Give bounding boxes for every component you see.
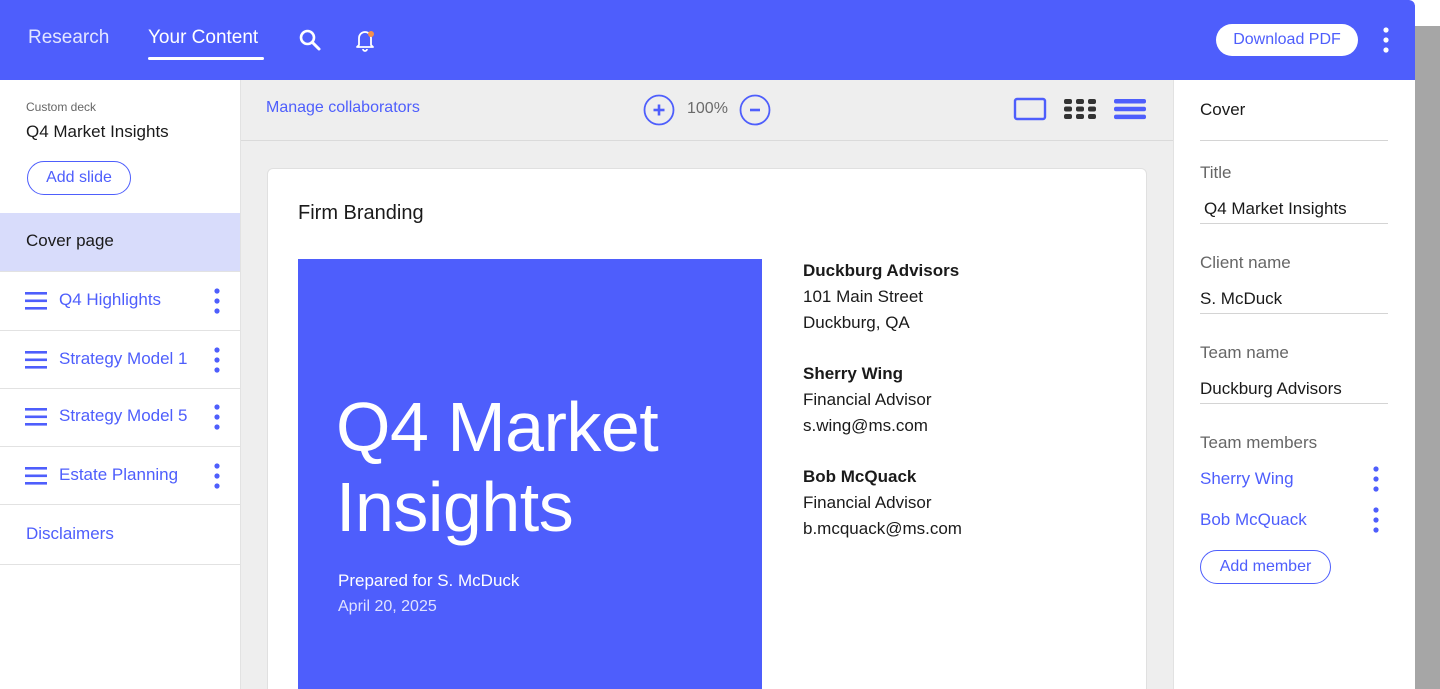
team-name-label: Team name bbox=[1200, 343, 1289, 362]
more-vertical-icon[interactable] bbox=[212, 288, 222, 314]
contact-role: Financial Advisor bbox=[803, 390, 932, 409]
prepared-for-text: Prepared for S. McDuck bbox=[338, 571, 520, 590]
client-name-input[interactable] bbox=[1200, 284, 1388, 314]
cover-date: April 20, 2025 bbox=[338, 598, 437, 615]
more-vertical-icon[interactable] bbox=[1376, 26, 1396, 54]
title-label: Title bbox=[1200, 163, 1232, 182]
sidebar-item-estate-planning[interactable]: Estate Planning bbox=[0, 447, 240, 505]
slide-section-title: Firm Branding bbox=[298, 202, 424, 224]
cover-panel: Q4 Market Insights Prepared for S. McDuc… bbox=[298, 259, 762, 689]
drag-handle-icon[interactable] bbox=[25, 467, 47, 485]
slide-card: Firm Branding Q4 Market Insights Prepare… bbox=[267, 168, 1147, 689]
team-member-sherry-wing[interactable]: Sherry Wing bbox=[1200, 469, 1294, 489]
sidebar-item-q4-highlights[interactable]: Q4 Highlights bbox=[0, 272, 240, 331]
grid-view-icon[interactable] bbox=[1063, 96, 1097, 122]
nav-your-content[interactable]: Your Content bbox=[148, 27, 258, 49]
sidebar-item-label: Strategy Model 5 bbox=[59, 406, 188, 425]
firm-address-line2: Duckburg, QA bbox=[803, 313, 910, 332]
add-slide-button[interactable]: Add slide bbox=[27, 161, 131, 195]
firm-name: Duckburg Advisors bbox=[803, 261, 960, 280]
deck-title: Q4 Market Insights bbox=[26, 122, 169, 141]
download-pdf-button[interactable]: Download PDF bbox=[1216, 24, 1358, 56]
cover-title: Q4 Market Insights bbox=[336, 388, 659, 546]
contact-block: Sherry Wing Financial Advisor s.wing@ms.… bbox=[803, 361, 932, 439]
team-name-input[interactable] bbox=[1200, 374, 1388, 404]
firm-address-block: Duckburg Advisors 101 Main Street Duckbu… bbox=[803, 258, 959, 336]
title-input[interactable] bbox=[1200, 194, 1388, 224]
contact-email: s.wing@ms.com bbox=[803, 416, 928, 435]
editor-toolbar: Manage collaborators 100% bbox=[241, 80, 1173, 141]
team-members-label: Team members bbox=[1200, 433, 1318, 452]
firm-address-line1: 101 Main Street bbox=[803, 287, 924, 306]
sidebar-item-strategy-model-5[interactable]: Strategy Model 5 bbox=[0, 389, 240, 447]
zoom-out-icon[interactable] bbox=[739, 94, 771, 126]
add-member-button[interactable]: Add member bbox=[1200, 550, 1331, 584]
slide-sidebar: Custom deck Q4 Market Insights Add slide… bbox=[0, 80, 241, 689]
more-vertical-icon[interactable] bbox=[1371, 507, 1381, 533]
sidebar-item-label: Cover page bbox=[26, 231, 114, 250]
contact-name: Bob McQuack bbox=[803, 467, 917, 486]
more-vertical-icon[interactable] bbox=[212, 463, 222, 489]
sidebar-item-label: Disclaimers bbox=[26, 524, 114, 543]
active-nav-underline bbox=[148, 57, 264, 60]
client-name-label: Client name bbox=[1200, 253, 1291, 272]
more-vertical-icon[interactable] bbox=[1371, 466, 1381, 492]
zoom-in-icon[interactable] bbox=[643, 94, 675, 126]
zoom-level: 100% bbox=[687, 100, 728, 117]
sidebar-item-cover-page[interactable]: Cover page bbox=[0, 213, 240, 272]
divider bbox=[1200, 140, 1388, 141]
sidebar-item-label: Estate Planning bbox=[59, 465, 179, 484]
more-vertical-icon[interactable] bbox=[212, 404, 222, 430]
team-member-bob-mcquack[interactable]: Bob McQuack bbox=[1200, 510, 1307, 530]
contact-email: b.mcquack@ms.com bbox=[803, 519, 962, 538]
slide-editor: Manage collaborators 100% Firm Branding … bbox=[241, 80, 1173, 689]
app-window: Research Your Content Download PDF Custo… bbox=[0, 0, 1415, 689]
more-vertical-icon[interactable] bbox=[212, 347, 222, 373]
drag-handle-icon[interactable] bbox=[25, 351, 47, 369]
drag-handle-icon[interactable] bbox=[25, 292, 47, 310]
bell-icon[interactable] bbox=[353, 28, 377, 52]
properties-panel: Cover Title Client name Team name Team m… bbox=[1173, 80, 1415, 689]
window-shadow bbox=[1414, 26, 1440, 689]
sidebar-item-label: Strategy Model 1 bbox=[59, 349, 188, 368]
top-navigation-bar: Research Your Content Download PDF bbox=[0, 0, 1415, 80]
deck-label: Custom deck bbox=[26, 100, 97, 114]
sidebar-item-strategy-model-1[interactable]: Strategy Model 1 bbox=[0, 331, 240, 389]
contact-block: Bob McQuack Financial Advisor b.mcquack@… bbox=[803, 464, 962, 542]
contact-role: Financial Advisor bbox=[803, 493, 932, 512]
single-view-icon[interactable] bbox=[1013, 96, 1047, 122]
sidebar-item-disclaimers[interactable]: Disclaimers bbox=[0, 505, 240, 565]
contact-name: Sherry Wing bbox=[803, 364, 903, 383]
drag-handle-icon[interactable] bbox=[25, 408, 47, 426]
manage-collaborators-link[interactable]: Manage collaborators bbox=[266, 99, 420, 117]
search-icon[interactable] bbox=[298, 28, 322, 52]
list-view-icon[interactable] bbox=[1113, 96, 1147, 122]
panel-heading: Cover bbox=[1200, 100, 1246, 119]
nav-research[interactable]: Research bbox=[28, 27, 109, 49]
sidebar-item-label: Q4 Highlights bbox=[59, 290, 162, 309]
